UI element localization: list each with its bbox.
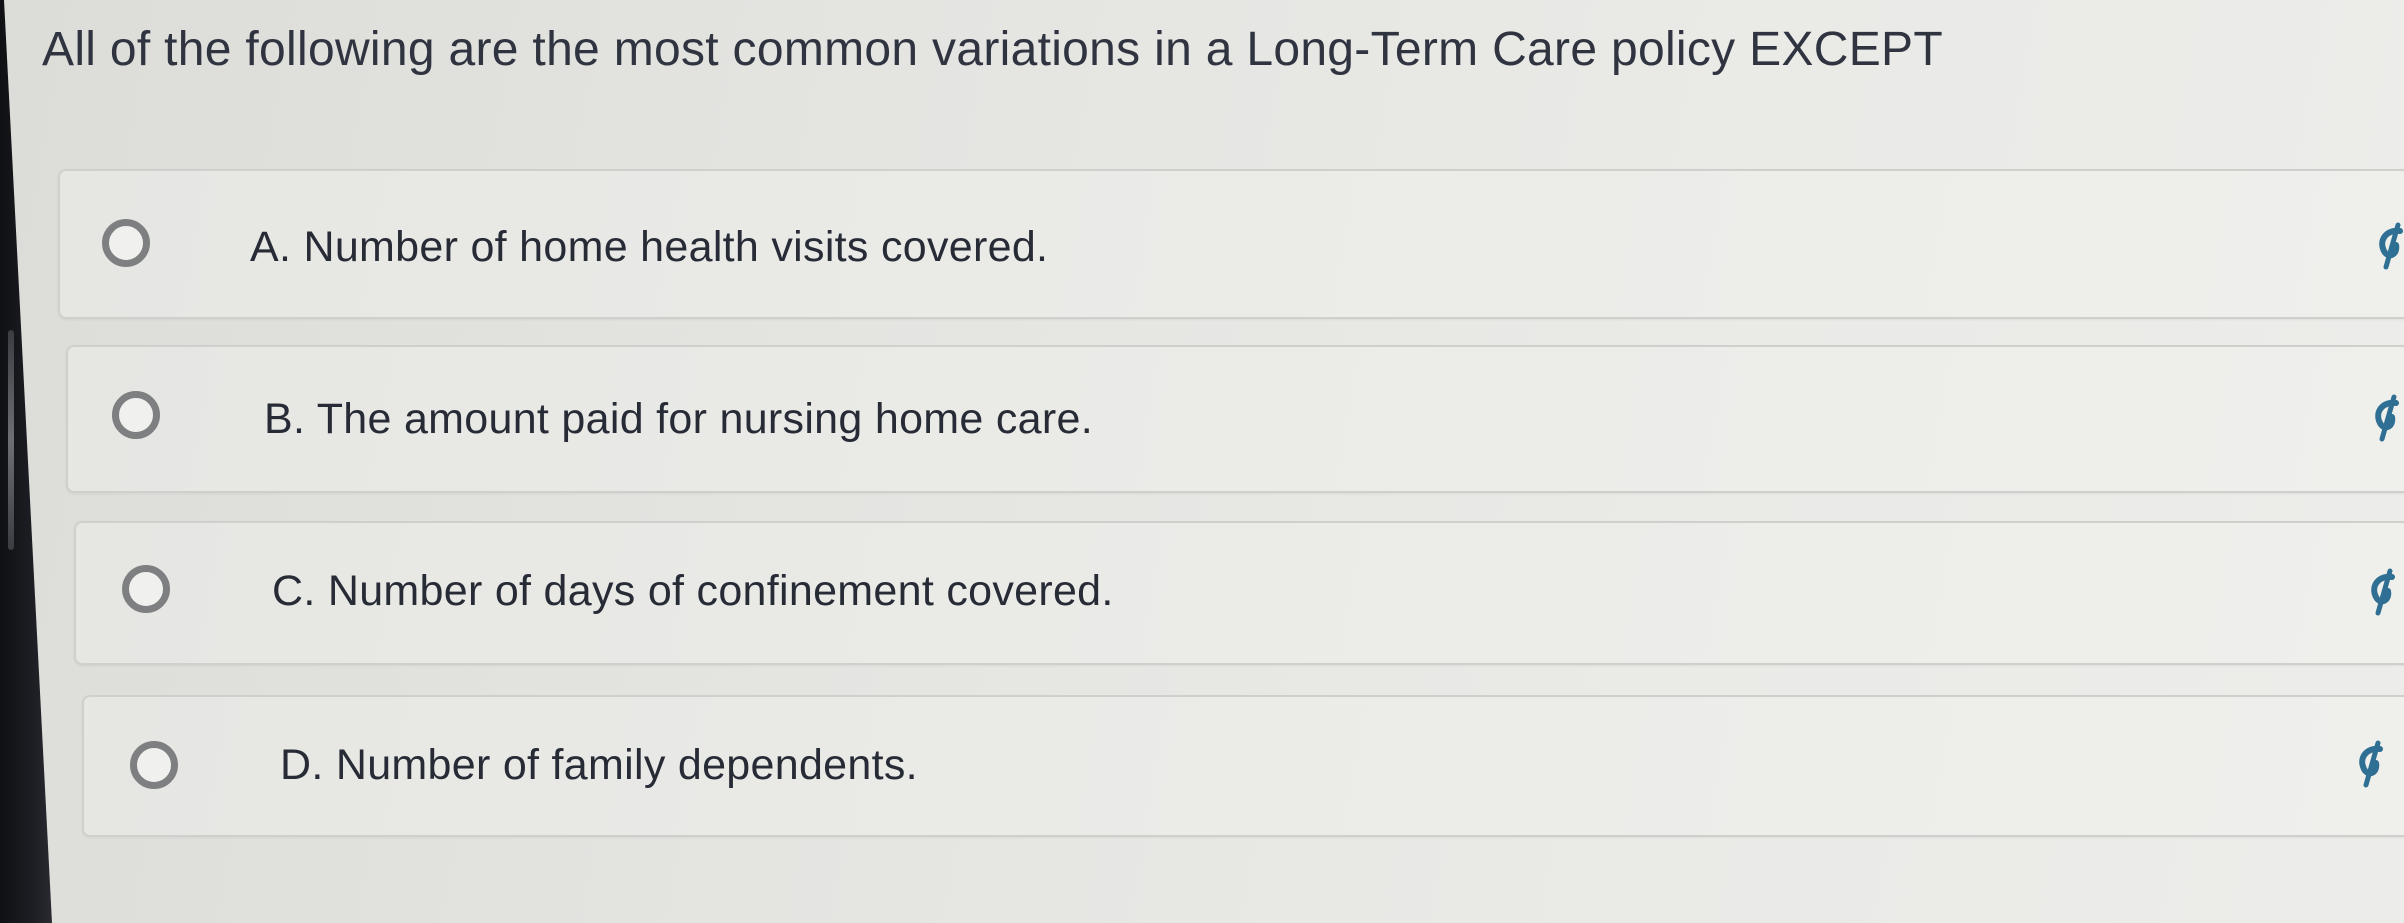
radio-button-d[interactable] bbox=[130, 741, 178, 789]
strikethrough-eye-icon[interactable] bbox=[2370, 221, 2404, 271]
bezel-highlight bbox=[8, 330, 14, 550]
answer-option-b[interactable]: B. The amount paid for nursing home care… bbox=[66, 345, 2404, 493]
radio-button-b[interactable] bbox=[112, 391, 160, 439]
radio-button-a[interactable] bbox=[102, 219, 150, 267]
quiz-screen: All of the following are the most common… bbox=[4, 0, 2404, 923]
answer-option-a[interactable]: A. Number of home health visits covered. bbox=[58, 169, 2404, 319]
question-text: All of the following are the most common… bbox=[42, 23, 1943, 76]
answer-option-c-label: C. Number of days of confinement covered… bbox=[272, 567, 1114, 615]
answer-option-c[interactable]: C. Number of days of confinement covered… bbox=[74, 521, 2404, 665]
strikethrough-eye-icon[interactable] bbox=[2366, 393, 2404, 443]
strikethrough-eye-icon[interactable] bbox=[2362, 567, 2402, 617]
answer-option-a-label: A. Number of home health visits covered. bbox=[250, 223, 1049, 271]
radio-button-c[interactable] bbox=[122, 565, 170, 613]
answer-option-b-label: B. The amount paid for nursing home care… bbox=[264, 395, 1093, 443]
strikethrough-eye-icon[interactable] bbox=[2350, 739, 2390, 789]
answer-option-d-label: D. Number of family dependents. bbox=[280, 741, 918, 789]
answer-option-d[interactable]: D. Number of family dependents. bbox=[82, 695, 2404, 837]
